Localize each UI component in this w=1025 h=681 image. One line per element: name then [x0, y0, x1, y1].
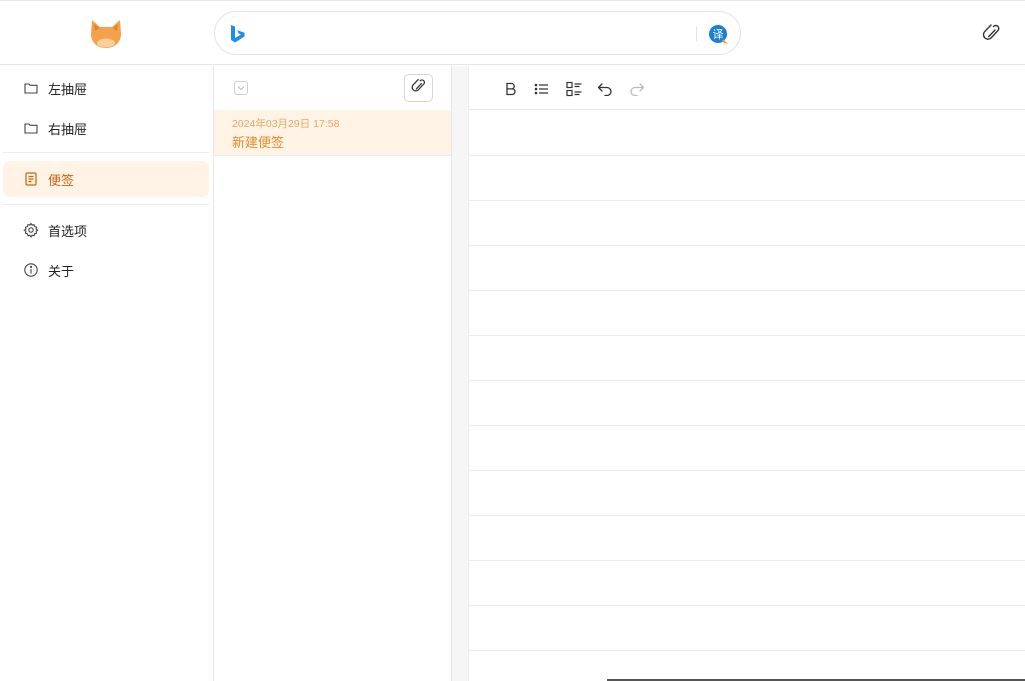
- note-editor[interactable]: [452, 66, 1025, 681]
- sidebar-item-about[interactable]: 关于: [3, 252, 209, 288]
- sidebar-item-preferences[interactable]: 首选项: [3, 212, 209, 248]
- bullet-list-icon[interactable]: [532, 79, 552, 99]
- ruled-line: [469, 290, 1025, 291]
- app-window: 译 左抽屉 右抽屉 便签 首选项 关于 2024年03月29日 17:58 新建…: [0, 0, 1025, 681]
- ruled-line: [469, 380, 1025, 381]
- redo-icon[interactable]: [627, 79, 647, 99]
- note-icon: [23, 171, 39, 187]
- search-box[interactable]: 译: [214, 11, 741, 55]
- ruled-line: [469, 425, 1025, 426]
- sidebar-item-label: 便签: [48, 173, 75, 189]
- select-all-checkbox[interactable]: [234, 81, 248, 95]
- folder-icon: [23, 120, 39, 136]
- ruled-line: [469, 470, 1025, 471]
- top-bar: 译: [0, 1, 1025, 65]
- note-date: 2024年03月29日 17:58: [232, 118, 340, 130]
- sidebar-item-label: 关于: [48, 264, 75, 280]
- ruled-line: [469, 245, 1025, 246]
- task-list-icon[interactable]: [564, 79, 584, 99]
- sidebar-divider: [3, 204, 209, 205]
- bing-icon[interactable]: [229, 24, 247, 44]
- ruled-line: [469, 335, 1025, 336]
- note-list-item[interactable]: 2024年03月29日 17:58 新建便签: [214, 110, 451, 156]
- sidebar-item-label: 左抽屉: [48, 82, 88, 98]
- ruled-line: [469, 650, 1025, 651]
- gear-icon: [23, 222, 39, 238]
- ruled-line: [469, 605, 1025, 606]
- editor-toolbar: [469, 66, 1025, 110]
- notes-list-panel: 2024年03月29日 17:58 新建便签: [214, 66, 452, 681]
- folder-icon: [23, 80, 39, 96]
- info-icon: [23, 262, 39, 278]
- sidebar-divider: [3, 152, 209, 153]
- sidebar-item-right-drawer[interactable]: 右抽屉: [3, 110, 209, 146]
- ruled-line: [469, 155, 1025, 156]
- note-title: 新建便签: [232, 136, 285, 151]
- translate-icon[interactable]: 译: [708, 24, 730, 46]
- undo-icon[interactable]: [595, 79, 615, 99]
- editor-gutter: [452, 66, 469, 681]
- sidebar-item-left-drawer[interactable]: 左抽屉: [3, 70, 209, 106]
- sidebar-item-label: 首选项: [48, 224, 88, 240]
- search-divider: [696, 27, 697, 41]
- sidebar-item-notes[interactable]: 便签: [3, 161, 209, 197]
- cat-logo-icon: [88, 17, 124, 51]
- search-input[interactable]: [259, 20, 689, 48]
- ruled-line: [469, 560, 1025, 561]
- ruled-line: [469, 200, 1025, 201]
- pin-icon: [411, 78, 427, 98]
- svg-text:译: 译: [713, 28, 724, 41]
- new-note-button[interactable]: [404, 74, 433, 102]
- ruled-line: [469, 515, 1025, 516]
- pin-icon[interactable]: [982, 23, 1002, 43]
- sidebar: 左抽屉 右抽屉 便签 首选项 关于: [0, 66, 214, 681]
- bold-icon[interactable]: [501, 79, 521, 99]
- sidebar-item-label: 右抽屉: [48, 122, 88, 138]
